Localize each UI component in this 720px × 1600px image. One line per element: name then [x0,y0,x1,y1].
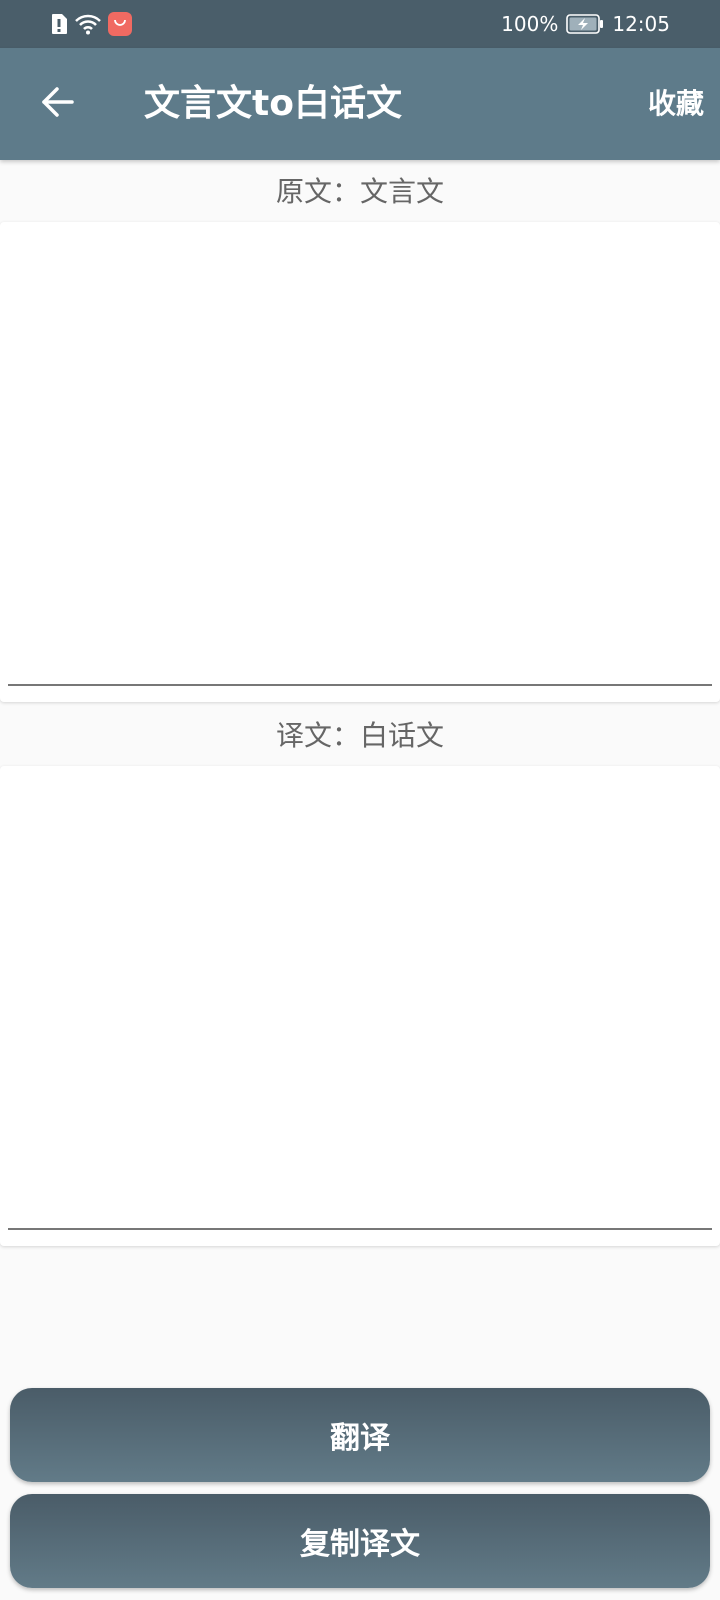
source-card [0,222,720,702]
alert-icon [50,13,68,35]
source-text-input[interactable] [8,222,712,686]
target-label: 译文：白话文 [275,719,444,752]
app-store-icon [108,12,132,36]
target-card [0,766,720,1246]
back-button[interactable] [36,82,80,126]
page-title: 文言文to白话文 [144,83,402,124]
clock: 12:05 [612,12,670,36]
copy-translation-button[interactable]: 复制译文 [10,1494,710,1588]
wifi-icon [74,13,102,35]
status-bar: 100% 12:05 [0,0,720,48]
source-label: 原文：文言文 [275,175,444,208]
battery-charging-icon [566,14,604,34]
app-bar: 文言文to白话文 收藏 [0,48,720,160]
status-right: 100% 12:05 [501,12,670,36]
arrow-left-icon [40,84,76,124]
favorite-button[interactable]: 收藏 [648,82,704,126]
target-text-output[interactable] [8,766,712,1230]
status-left-icons [50,12,132,36]
translate-button[interactable]: 翻译 [10,1388,710,1482]
battery-percent: 100% [501,12,559,36]
